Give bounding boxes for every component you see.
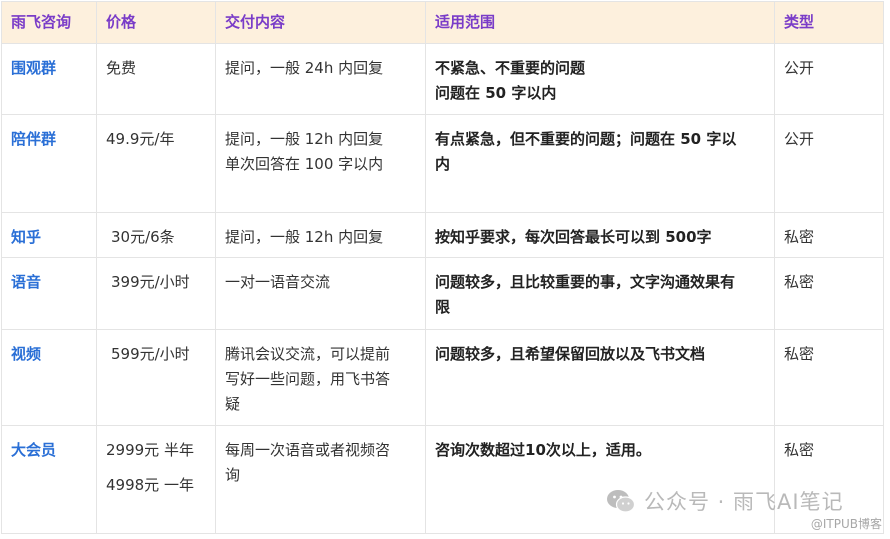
plan-delivery: 提问，一般 12h 内回复 bbox=[215, 212, 426, 258]
plan-price: 30元/6条 bbox=[96, 212, 216, 258]
table-row: 大会员 2999元 半年 4998元 一年 每周一次语音或者视频咨询 咨询次数超过… bbox=[1, 425, 884, 534]
plan-name: 陪伴群 bbox=[1, 114, 97, 213]
watermark-sub: @ITPUB博客 bbox=[810, 517, 882, 531]
watermark-text: 公众号 · 雨飞AI笔记 bbox=[644, 490, 844, 514]
plan-delivery: 提问，一般 24h 内回复 bbox=[215, 43, 426, 115]
plan-scope: 咨询次数超过10次以上，适用。 bbox=[425, 425, 775, 534]
plan-scope: 问题较多，且比较重要的事，文字沟通效果有限 bbox=[425, 257, 775, 330]
header-scope: 适用范围 bbox=[425, 1, 775, 44]
plan-name: 围观群 bbox=[1, 43, 97, 115]
plan-name: 大会员 bbox=[1, 425, 97, 534]
header-price: 价格 bbox=[96, 1, 216, 44]
table-row: 语音 399元/小时 一对一语音交流 问题较多，且比较重要的事，文字沟通效果有限… bbox=[1, 257, 884, 330]
header-name: 雨飞咨询 bbox=[1, 1, 97, 44]
table-row: 视频 599元/小时 腾讯会议交流，可以提前 写好一些问题，用飞书答疑 问题较多，… bbox=[1, 329, 884, 426]
plan-scope: 不紧急、不重要的问题 问题在 50 字以内 bbox=[425, 43, 775, 115]
plan-delivery: 腾讯会议交流，可以提前 写好一些问题，用飞书答疑 bbox=[215, 329, 426, 426]
plan-price: 49.9元/年 bbox=[96, 114, 216, 213]
header-type: 类型 bbox=[774, 1, 884, 44]
watermark: 公众号 · 雨飞AI笔记 bbox=[606, 486, 844, 516]
plan-price: 免费 bbox=[96, 43, 216, 115]
plan-delivery: 一对一语音交流 bbox=[215, 257, 426, 330]
plan-type: 私密 bbox=[774, 257, 884, 330]
table-header-row: 雨飞咨询 价格 交付内容 适用范围 类型 bbox=[1, 1, 884, 44]
plan-type: 私密 bbox=[774, 329, 884, 426]
wechat-icon bbox=[607, 490, 636, 513]
plan-delivery: 每周一次语音或者视频咨询 bbox=[215, 425, 426, 534]
plan-type: 公开 bbox=[774, 114, 884, 213]
consulting-table: 雨飞咨询 价格 交付内容 适用范围 类型 围观群 免费 提问，一般 24h 内回… bbox=[1, 1, 884, 534]
plan-scope: 问题较多，且希望保留回放以及飞书文档 bbox=[425, 329, 775, 426]
plan-price: 2999元 半年 4998元 一年 bbox=[96, 425, 216, 534]
plan-type: 公开 bbox=[774, 43, 884, 115]
plan-price: 599元/小时 bbox=[96, 329, 216, 426]
table-row: 围观群 免费 提问，一般 24h 内回复 不紧急、不重要的问题 问题在 50 字以… bbox=[1, 43, 884, 115]
plan-name: 知乎 bbox=[1, 212, 97, 258]
plan-price: 399元/小时 bbox=[96, 257, 216, 330]
plan-name: 视频 bbox=[1, 329, 97, 426]
plan-scope: 按知乎要求，每次回答最长可以到 500字 bbox=[425, 212, 775, 258]
header-delivery: 交付内容 bbox=[215, 1, 426, 44]
table-row: 陪伴群 49.9元/年 提问，一般 12h 内回复 单次回答在 100 字以内 有… bbox=[1, 114, 884, 213]
plan-type: 私密 bbox=[774, 212, 884, 258]
plan-name: 语音 bbox=[1, 257, 97, 330]
plan-delivery: 提问，一般 12h 内回复 单次回答在 100 字以内 bbox=[215, 114, 426, 213]
table-row: 知乎 30元/6条 提问，一般 12h 内回复 按知乎要求，每次回答最长可以到 … bbox=[1, 212, 884, 258]
plan-scope: 有点紧急，但不重要的问题；问题在 50 字以内 bbox=[425, 114, 775, 213]
